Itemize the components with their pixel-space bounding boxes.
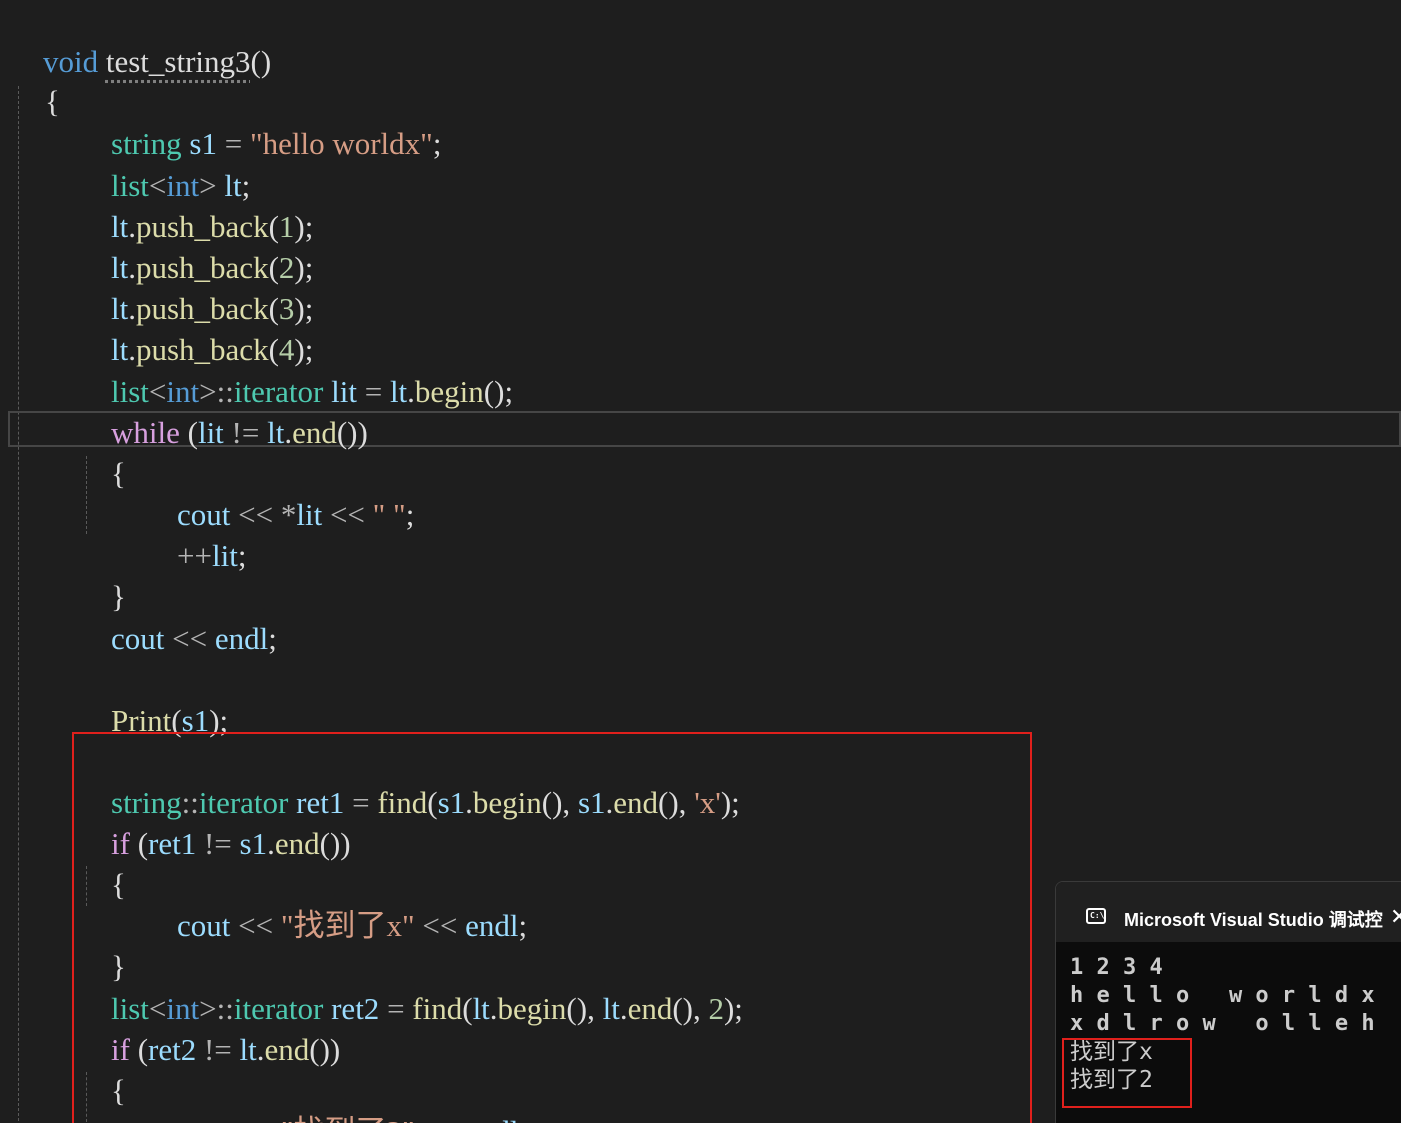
code-line[interactable]: ++lit;	[146, 494, 246, 573]
operator-token: ++	[177, 538, 212, 573]
punct: ();	[483, 374, 514, 409]
variable-token: lt	[267, 415, 285, 450]
punct: ;	[405, 497, 415, 532]
punct: .	[407, 374, 415, 409]
code-line[interactable]: list<int>::iterator lit = lt.begin();	[80, 330, 513, 409]
operator-token: <<	[164, 621, 215, 656]
code-line[interactable]: while (lit != lt.end())	[80, 371, 368, 450]
code-line[interactable]: Print(s1);	[80, 659, 228, 738]
brace: {	[111, 456, 126, 491]
indent-guide	[18, 86, 19, 1123]
console-app-icon: C:\	[1086, 908, 1106, 924]
code-editor[interactable]: void test_string3() { string s1 = "hello…	[0, 0, 1401, 1123]
console-highlight-box	[1062, 1038, 1192, 1108]
punct: (	[179, 415, 198, 450]
operator-token: !=	[223, 415, 268, 450]
variable-token: endl	[214, 621, 269, 656]
method-token: end	[292, 415, 337, 450]
code-line[interactable]: string s1 = "hello worldx";	[80, 82, 441, 161]
variable-token: lt	[389, 374, 408, 409]
code-line[interactable]: lt.push_back(4);	[80, 288, 313, 367]
string-literal: "hello worldx"	[249, 126, 433, 161]
code-line[interactable]: {	[80, 412, 126, 491]
code-line[interactable]: cout << endl;	[80, 577, 277, 656]
code-line[interactable]: cout << *lit << " ";	[146, 453, 414, 532]
function-name[interactable]: test_string3	[106, 44, 251, 79]
method-token: begin	[414, 374, 484, 409]
punct: ;	[268, 621, 277, 656]
code-line[interactable]: lt.push_back(3);	[80, 247, 313, 326]
brace: {	[45, 84, 60, 119]
variable-token: lit	[296, 497, 323, 532]
code-line[interactable]: }	[80, 535, 126, 614]
code-line-open-brace[interactable]: {	[14, 40, 60, 119]
console-output-line: 1 2 3 4	[1070, 955, 1163, 980]
code-line-function-signature[interactable]: void test_string3()	[12, 0, 271, 79]
punct: ;	[432, 126, 442, 161]
console-output-line: x d l r o w o l l e h	[1070, 1011, 1375, 1036]
code-line[interactable]: list<int> lt;	[80, 124, 250, 203]
operator-token: <<	[322, 497, 373, 532]
punct: .	[284, 415, 293, 450]
code-line[interactable]: lt.push_back(1);	[80, 165, 313, 244]
punct: ;	[237, 538, 247, 573]
console-titlebar[interactable]: C:\ Microsoft Visual Studio 调试控 ✕	[1056, 882, 1401, 942]
console-title: Microsoft Visual Studio 调试控	[1124, 910, 1383, 930]
close-icon[interactable]: ✕	[1390, 904, 1401, 930]
punct: ())	[336, 415, 368, 450]
code-highlight-box	[72, 732, 1032, 1123]
variable-token: lit	[211, 538, 238, 573]
variable-token: cout	[111, 621, 165, 656]
code-line[interactable]: lt.push_back(2);	[80, 206, 313, 285]
variable-token: lit	[197, 415, 224, 450]
console-output-line: h e l l o w o r l d x	[1070, 983, 1375, 1008]
function-params: ()	[250, 44, 272, 79]
string-literal: " "	[372, 497, 406, 532]
